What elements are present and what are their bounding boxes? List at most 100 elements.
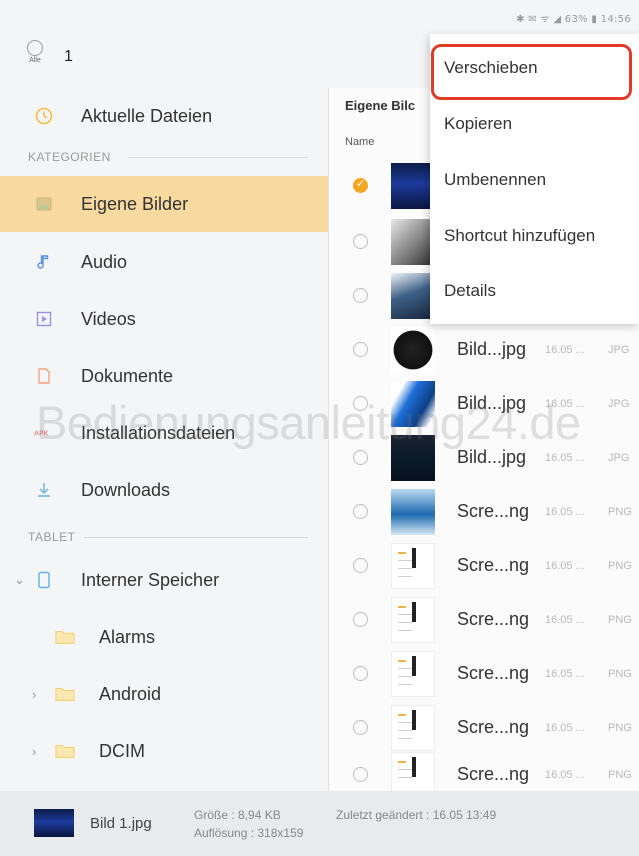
row-checkbox[interactable] bbox=[353, 666, 368, 681]
watermark: Bedienungsanleitung24.de bbox=[36, 396, 581, 449]
file-thumbnail bbox=[391, 163, 435, 209]
file-name: Bild...jpg bbox=[457, 339, 527, 359]
row-checkbox[interactable] bbox=[353, 234, 368, 249]
file-thumbnail bbox=[391, 219, 435, 265]
tablet-icon bbox=[34, 570, 54, 590]
chevron-down-icon[interactable]: ⌄ bbox=[14, 572, 25, 588]
file-date: 16.05 ... bbox=[545, 668, 585, 680]
file-name: Scre...ng bbox=[457, 717, 530, 737]
file-date: 16.05 ... bbox=[545, 614, 585, 626]
row-checkbox[interactable] bbox=[353, 612, 368, 627]
file-modified: Zuletzt geändert : 16.05 13:49 bbox=[336, 808, 497, 822]
file-type: PNG bbox=[608, 769, 632, 781]
column-header-name[interactable]: Name bbox=[345, 136, 374, 148]
file-type: PNG bbox=[608, 560, 632, 572]
file-type: PNG bbox=[608, 722, 632, 734]
row-checkbox[interactable] bbox=[353, 450, 368, 465]
section-header-categories: KATEGORIEN bbox=[28, 150, 308, 164]
file-row[interactable]: Scre...ng 16.05 ... PNG bbox=[329, 701, 639, 755]
chevron-right-icon[interactable]: › bbox=[32, 744, 36, 759]
download-icon bbox=[34, 480, 54, 500]
file-resolution: Auflösung : 318x159 bbox=[194, 826, 304, 840]
sidebar-item-recent[interactable]: Aktuelle Dateien bbox=[0, 88, 328, 144]
divider bbox=[84, 537, 308, 538]
file-name: Bild...jpg bbox=[457, 447, 527, 467]
video-icon bbox=[34, 309, 54, 329]
sidebar-item-internal-storage[interactable]: ⌄ Interner Speicher bbox=[0, 552, 328, 608]
row-checkbox[interactable] bbox=[353, 558, 368, 573]
section-header-tablet: TABLET bbox=[28, 530, 308, 544]
menu-item-details[interactable]: Details bbox=[444, 281, 496, 301]
file-date: 16.05 ... bbox=[545, 344, 585, 356]
status-bar: ✱ ✉ ᯤ ◢ 63% ▮ 14:56 bbox=[0, 0, 639, 34]
sidebar-folder-alarms[interactable]: Alarms bbox=[0, 609, 328, 665]
clock-icon bbox=[34, 106, 54, 126]
file-date: 16.05 ... bbox=[545, 769, 585, 781]
row-checkbox[interactable] bbox=[353, 288, 368, 303]
music-note-icon bbox=[34, 252, 54, 272]
sidebar-item-downloads[interactable]: Downloads bbox=[0, 462, 328, 518]
file-row[interactable]: Scre...ng 16.05 ... PNG bbox=[329, 539, 639, 593]
folder-icon bbox=[55, 741, 75, 761]
file-thumbnail bbox=[391, 543, 435, 589]
sidebar-folder-dcim[interactable]: › DCIM bbox=[0, 723, 328, 779]
row-checkbox[interactable] bbox=[353, 504, 368, 519]
sidebar-item-videos[interactable]: Videos bbox=[0, 291, 328, 347]
file-date: 16.05 ... bbox=[545, 722, 585, 734]
row-checkbox[interactable] bbox=[353, 342, 368, 357]
menu-item-add-shortcut[interactable]: Shortcut hinzufügen bbox=[444, 226, 595, 246]
sidebar-item-label: DCIM bbox=[99, 740, 145, 761]
file-row[interactable]: Bild...jpg 16.05 ... JPG bbox=[329, 323, 639, 377]
file-date: 16.05 ... bbox=[545, 506, 585, 518]
file-thumbnail bbox=[34, 809, 74, 837]
file-thumbnail bbox=[391, 705, 435, 751]
chevron-right-icon[interactable]: › bbox=[32, 687, 36, 702]
sidebar-item-label: Aktuelle Dateien bbox=[81, 105, 213, 126]
select-all-label: Alle bbox=[29, 57, 41, 64]
sidebar-item-images[interactable]: Eigene Bilder bbox=[0, 176, 328, 232]
file-info-bar: Bild 1.jpg Größe : 8,94 KB Auflösung : 3… bbox=[0, 791, 639, 856]
file-row[interactable]: Scre...ng 16.05 ... PNG bbox=[329, 593, 639, 647]
row-checkbox[interactable] bbox=[353, 720, 368, 735]
highlight-annotation bbox=[431, 44, 632, 100]
sidebar-folder-android[interactable]: › Android bbox=[0, 666, 328, 722]
menu-item-copy[interactable]: Kopieren bbox=[444, 114, 512, 134]
breadcrumb[interactable]: Eigene Bilc bbox=[345, 98, 415, 113]
sidebar-item-label: Videos bbox=[81, 308, 136, 329]
row-checkbox[interactable] bbox=[353, 177, 368, 193]
file-type: JPG bbox=[608, 452, 630, 464]
document-icon bbox=[34, 366, 54, 386]
sidebar-item-label: Interner Speicher bbox=[81, 569, 220, 590]
file-row[interactable]: Scre...ng 16.05 ... PNG bbox=[329, 647, 639, 701]
file-name: Scre...ng bbox=[457, 663, 530, 683]
file-type: PNG bbox=[608, 506, 632, 518]
file-thumbnail bbox=[391, 597, 435, 643]
status-text: ✱ ✉ ᯤ ◢ 63% ▮ 14:56 bbox=[516, 14, 631, 25]
file-thumbnail bbox=[391, 651, 435, 697]
file-name: Scre...ng bbox=[457, 764, 530, 784]
row-checkbox[interactable] bbox=[353, 767, 368, 782]
folder-icon bbox=[55, 627, 75, 647]
selected-file-name: Bild 1.jpg bbox=[90, 815, 152, 832]
sidebar-item-label: Dokumente bbox=[81, 365, 174, 386]
file-name: Scre...ng bbox=[457, 555, 530, 575]
sidebar-item-label: Eigene Bilder bbox=[81, 193, 189, 214]
selected-count: 1 bbox=[64, 48, 73, 65]
divider bbox=[128, 157, 308, 158]
sidebar-item-label: Audio bbox=[81, 251, 128, 272]
image-icon bbox=[34, 194, 54, 214]
sidebar-item-label: Android bbox=[99, 683, 162, 704]
sidebar-item-label: Alarms bbox=[99, 626, 156, 647]
menu-item-rename[interactable]: Umbenennen bbox=[444, 170, 546, 190]
select-all-radio-icon bbox=[27, 40, 43, 56]
select-all-button[interactable]: Alle bbox=[24, 40, 46, 64]
folder-icon bbox=[55, 684, 75, 704]
file-thumbnail bbox=[391, 273, 435, 319]
file-type: PNG bbox=[608, 668, 632, 680]
file-row[interactable]: Scre...ng 16.05 ... PNG bbox=[329, 485, 639, 539]
file-type: JPG bbox=[608, 344, 630, 356]
file-type: JPG bbox=[608, 398, 630, 410]
file-date: 16.05 ... bbox=[545, 452, 585, 464]
sidebar-item-audio[interactable]: Audio bbox=[0, 234, 328, 290]
file-type: PNG bbox=[608, 614, 632, 626]
